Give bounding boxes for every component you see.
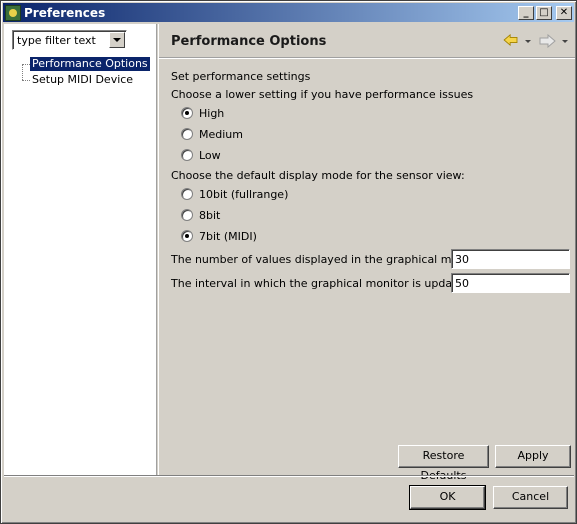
radio-medium[interactable]: Medium: [181, 127, 243, 141]
forward-history-dropdown-icon[interactable]: [562, 40, 568, 43]
filter-combo[interactable]: type filter text: [12, 30, 127, 50]
tree-connector: [22, 64, 23, 80]
radio-label: Medium: [199, 127, 243, 141]
radio-10bit[interactable]: 10bit (fullrange): [181, 187, 288, 201]
radio-indicator[interactable]: [181, 107, 193, 119]
radio-indicator[interactable]: [181, 149, 193, 161]
radio-label: Low: [199, 148, 221, 162]
intro-label: Set performance settings: [171, 70, 311, 83]
values-count-input[interactable]: [451, 249, 570, 269]
radio-label: High: [199, 106, 225, 120]
update-interval-input[interactable]: [451, 273, 570, 293]
apply-button[interactable]: Apply: [495, 445, 571, 468]
radio-label: 8bit: [199, 208, 221, 222]
radio-indicator[interactable]: [181, 128, 193, 140]
restore-defaults-button[interactable]: Restore Defaults: [398, 445, 489, 482]
page-header: Performance Options: [159, 24, 575, 59]
forward-arrow-icon[interactable]: [538, 34, 556, 48]
preferences-window: Preferences _ □ ✕ type filter text Perfo…: [0, 0, 577, 524]
back-arrow-icon[interactable]: [502, 34, 520, 46]
title-bar[interactable]: Preferences _ □ ✕: [3, 3, 574, 22]
radio-label: 7bit (MIDI): [199, 229, 257, 243]
tree-item-setup-midi-device[interactable]: Setup MIDI Device: [30, 73, 135, 87]
chevron-down-icon[interactable]: [109, 32, 125, 48]
values-count-label: The number of values displayed in the gr…: [171, 253, 488, 266]
tree-item-performance-options[interactable]: Performance Options: [30, 57, 150, 71]
footer-separator: [4, 475, 574, 477]
minimize-button[interactable]: _: [518, 5, 534, 20]
radio-indicator[interactable]: [181, 209, 193, 221]
radio-7bit-midi[interactable]: 7bit (MIDI): [181, 229, 257, 243]
radio-indicator[interactable]: [181, 230, 193, 242]
ok-button[interactable]: OK: [409, 485, 486, 510]
preference-tree-pane: type filter text Performance Options Set…: [4, 24, 157, 475]
tree-connector: [22, 64, 30, 65]
filter-input[interactable]: type filter text: [17, 34, 96, 47]
radio-label: 10bit (fullrange): [199, 187, 289, 201]
radio-8bit[interactable]: 8bit: [181, 208, 220, 222]
preference-page: Performance Options Set performance sett…: [158, 24, 575, 482]
back-history-dropdown-icon[interactable]: [525, 40, 531, 43]
page-title: Performance Options: [171, 34, 327, 49]
window-title: Preferences: [24, 5, 106, 20]
close-button[interactable]: ✕: [556, 5, 572, 20]
radio-low[interactable]: Low: [181, 148, 221, 162]
app-icon: [5, 4, 21, 21]
display-prompt: Choose the default display mode for the …: [171, 169, 465, 182]
update-interval-label: The interval in which the graphical moni…: [171, 277, 474, 290]
radio-indicator[interactable]: [181, 188, 193, 200]
performance-prompt: Choose a lower setting if you have perfo…: [171, 88, 474, 101]
radio-high[interactable]: High: [181, 106, 224, 120]
maximize-button[interactable]: □: [536, 5, 552, 20]
cancel-button[interactable]: Cancel: [493, 486, 568, 509]
tree-connector: [22, 80, 30, 81]
